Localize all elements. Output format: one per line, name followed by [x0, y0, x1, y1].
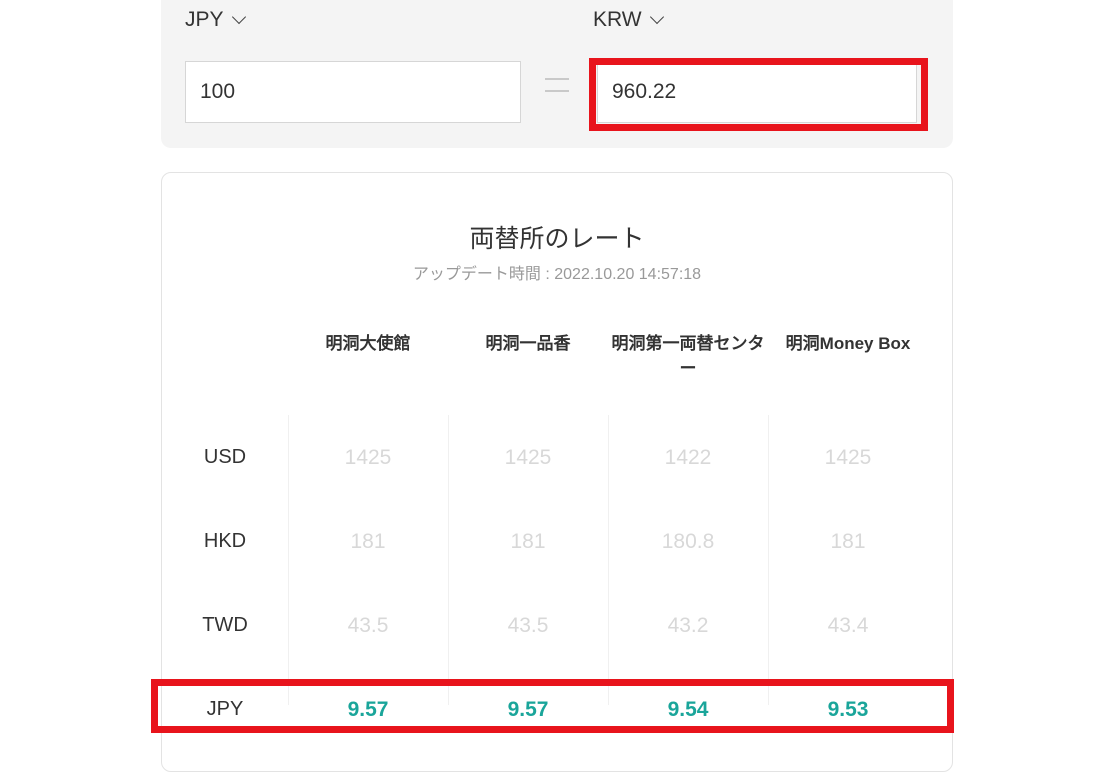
exchanger-header: 明洞一品香 — [485, 334, 571, 353]
rate-cell: 1425 — [344, 446, 392, 469]
rate-cell-jpy: 9.53 — [827, 698, 869, 721]
from-amount-input[interactable]: 100 — [185, 61, 521, 123]
rate-cell-jpy: 9.57 — [347, 698, 389, 721]
rate-cell: 180.8 — [661, 530, 715, 553]
rate-cell: 1422 — [664, 446, 712, 469]
currency-label-jpy: JPY — [206, 698, 244, 720]
rate-cell: 43.5 — [347, 614, 389, 637]
rates-title: 両替所のレート — [469, 225, 645, 253]
to-currency-label: KRW — [593, 8, 642, 31]
to-currency-select[interactable]: KRW — [593, 8, 664, 32]
currency-converter: JPY KRW 100 960.22 — [161, 0, 953, 148]
rates-updated-time: アップデート時間 : 2022.10.20 14:57:18 — [412, 266, 702, 283]
rate-cell: 43.4 — [827, 614, 869, 637]
rate-cell: 181 — [350, 530, 386, 553]
chevron-down-icon — [231, 9, 246, 25]
exchanger-header: 明洞大使館 — [325, 334, 411, 353]
currency-label-twd: TWD — [202, 614, 248, 636]
rate-cell-jpy: 9.54 — [667, 698, 709, 721]
rate-cell: 1425 — [824, 446, 872, 469]
to-amount-input[interactable]: 960.22 — [597, 61, 917, 123]
rate-cell: 43.2 — [667, 614, 709, 637]
rate-cell: 1425 — [504, 446, 552, 469]
exchanger-header: 明洞第一両替センター — [611, 334, 765, 378]
rate-cell: 181 — [830, 530, 866, 553]
rate-cell: 43.5 — [507, 614, 549, 637]
rate-cell-jpy: 9.57 — [507, 698, 549, 721]
equals-icon — [545, 78, 569, 92]
rate-cell: 181 — [510, 530, 546, 553]
exchanger-header: 明洞Money Box — [785, 334, 911, 353]
chevron-down-icon — [649, 9, 664, 25]
from-currency-select[interactable]: JPY — [185, 8, 246, 32]
currency-label-usd: USD — [203, 446, 247, 468]
from-currency-label: JPY — [185, 8, 224, 31]
exchange-rates-card: 両替所のレート アップデート時間 : 2022.10.20 14:57:18 明… — [161, 172, 953, 772]
currency-label-hkd: HKD — [203, 530, 247, 552]
